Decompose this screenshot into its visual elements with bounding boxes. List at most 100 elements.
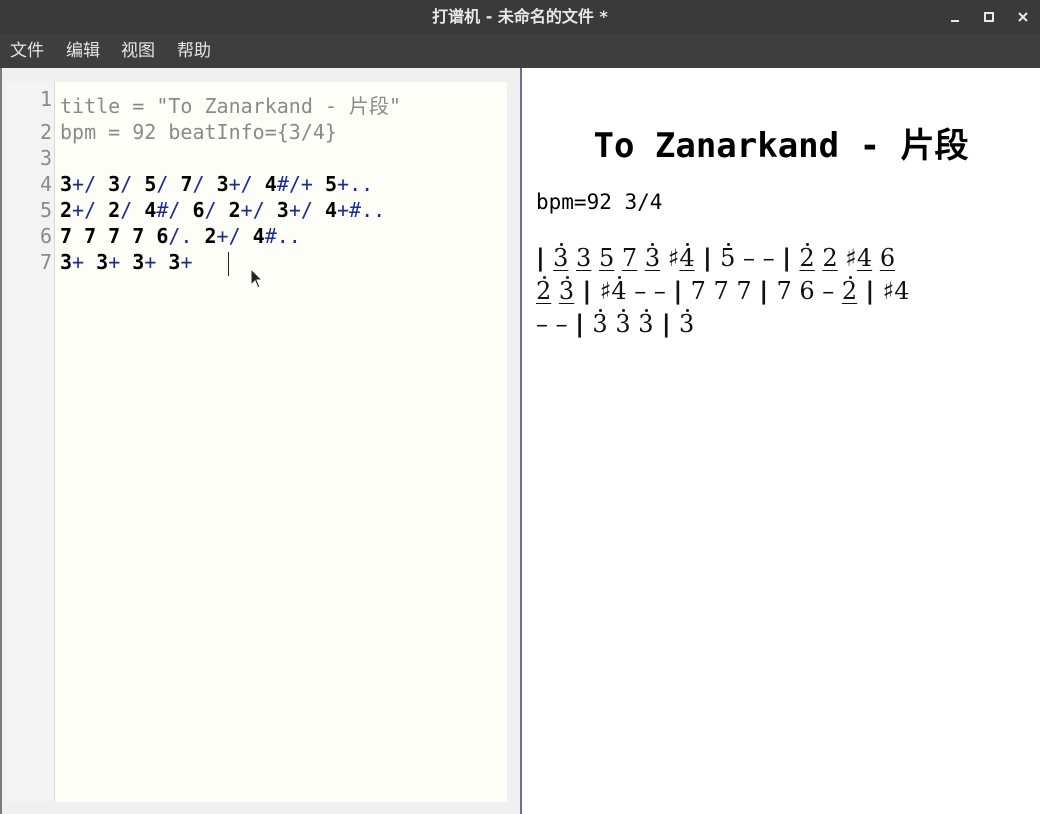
code-modifier-token: +..	[337, 172, 374, 196]
score-note: 4	[679, 243, 695, 272]
code-note-token: 7 7 7 7 6	[60, 224, 169, 248]
score-note: 7 7 7	[690, 277, 760, 305]
line-number: 1	[39, 87, 52, 111]
score-note: 3	[576, 244, 592, 272]
menu-help[interactable]: 帮助	[175, 34, 213, 68]
code-note-token: 6	[192, 198, 205, 222]
score-note: 2	[841, 276, 858, 305]
score-note: 7 6 –	[776, 277, 842, 305]
score-note	[838, 242, 846, 274]
code-line-bpm: bpm = 92 beatInfo={3/4}	[60, 120, 337, 144]
window-left-edge	[0, 68, 2, 814]
line-number: 4	[39, 172, 52, 196]
app-window: 打谱机 - 未命名的文件 * 文件 编辑 视图 帮助 1 2 3 4 5 6 7…	[0, 0, 1040, 814]
score-note: 3	[638, 309, 654, 338]
close-button[interactable]	[1012, 6, 1034, 28]
score-note: 7	[621, 244, 638, 272]
score-row: 2 3 | ♯4 – – | 7 7 7 | 7 6 – 2 | ♯4	[536, 275, 910, 307]
code-note-token: 3	[96, 250, 109, 274]
menu-view[interactable]: 视图	[119, 34, 157, 68]
score-barline: |	[536, 244, 554, 272]
code-note-token: 4	[144, 198, 157, 222]
line-number: 5	[39, 198, 52, 222]
maximize-button[interactable]	[978, 6, 1000, 28]
score-note	[637, 242, 645, 274]
minimize-icon	[951, 20, 959, 22]
score-note: 5	[598, 244, 615, 272]
score-note: – –	[626, 277, 674, 305]
close-icon	[1018, 12, 1028, 22]
code-line-notes: 3+ 3+ 3+ 3+	[60, 249, 205, 275]
title-bar: 打谱机 - 未命名的文件 *	[0, 0, 1040, 34]
score-note: 3	[592, 309, 608, 338]
code-modifier-token: /	[120, 172, 145, 196]
score-barline: |	[857, 277, 883, 305]
code-note-token: 2	[228, 198, 241, 222]
code-note-token: 3	[108, 172, 121, 196]
code-modifier-token: /	[192, 172, 217, 196]
menu-file[interactable]: 文件	[8, 34, 46, 68]
code-note-token: 4	[264, 172, 277, 196]
score-note: 4	[611, 276, 627, 305]
score-note	[614, 242, 622, 274]
code-modifier-token: #/	[156, 198, 193, 222]
code-note-token: 7	[180, 172, 193, 196]
score-barline: |	[694, 244, 721, 272]
code-modifier-token: +	[108, 250, 133, 274]
code-modifier-token: +	[180, 250, 205, 274]
score-note: – –	[735, 244, 783, 272]
score-barline: |	[782, 244, 800, 272]
score-note: ♯	[667, 244, 680, 272]
code-note-token: 3	[132, 250, 145, 274]
maximize-icon	[984, 12, 994, 22]
code-modifier-token: +	[72, 250, 97, 274]
code-line-notes: 7 7 7 7 6/. 2+/ 4#..	[60, 223, 301, 249]
code-editor[interactable]: title = "To Zanarkand - 片段" bpm = 92 bea…	[55, 82, 507, 802]
code-modifier-token: +/	[288, 198, 325, 222]
code-note-token: 2	[60, 198, 73, 222]
score-note: ♯4	[882, 277, 910, 305]
score-note: 2	[536, 276, 552, 305]
score-tempo-info: bpm=92 3/4	[536, 190, 663, 214]
score-row: | 3 3 5 7 3 ♯4 | 5 – – | 2 2 ♯4 6	[536, 242, 895, 274]
score-note: – –	[536, 310, 576, 338]
code-modifier-token: /.	[168, 224, 205, 248]
code-modifier-token: +	[144, 250, 169, 274]
menu-edit[interactable]: 编辑	[64, 34, 102, 68]
score-note: 5	[720, 243, 736, 272]
code-modifier-token: #/+	[276, 172, 325, 196]
code-note-token: 2	[204, 224, 217, 248]
score-note	[872, 242, 880, 274]
score-note	[660, 242, 668, 274]
line-number: 3	[39, 146, 52, 170]
code-modifier-token: /	[204, 198, 229, 222]
code-note-token: 3	[168, 250, 181, 274]
score-barline: |	[653, 310, 679, 338]
text-caret	[228, 252, 229, 276]
code-note-token: 3	[276, 198, 289, 222]
score-note: ♯	[845, 244, 857, 272]
minimize-button[interactable]	[944, 6, 966, 28]
score-note: 4	[856, 244, 873, 272]
code-modifier-token: #..	[264, 224, 301, 248]
score-note: 2	[822, 244, 838, 272]
score-title: To Zanarkand - 片段	[593, 126, 969, 166]
code-note-token: 3	[60, 172, 73, 196]
code-modifier-token: +/	[72, 198, 109, 222]
code-modifier-token: +#..	[337, 198, 386, 222]
line-number-gutter: 1 2 3 4 5 6 7	[4, 82, 55, 802]
score-note: 3	[679, 309, 695, 338]
code-note-token: 2	[108, 198, 121, 222]
score-note	[568, 242, 576, 274]
score-note: ♯	[599, 277, 612, 305]
code-note-token: 3	[60, 250, 73, 274]
code-modifier-token: /	[156, 172, 181, 196]
line-number: 7	[39, 250, 52, 274]
code-note-token: 4	[324, 198, 338, 222]
score-note: 3	[553, 243, 569, 272]
line-number: 6	[39, 224, 52, 248]
code-modifier-token: +/	[72, 172, 109, 196]
score-barline: |	[673, 277, 691, 305]
score-row: – – | 3 3 3 | 3	[536, 308, 694, 340]
score-note: 3	[644, 243, 661, 272]
